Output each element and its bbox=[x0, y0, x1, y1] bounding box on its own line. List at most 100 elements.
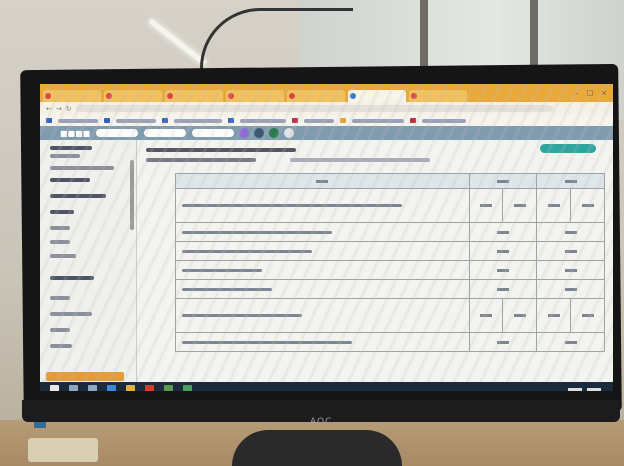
table-cell bbox=[175, 332, 470, 352]
table-cell bbox=[502, 188, 538, 223]
table-cell bbox=[175, 241, 470, 261]
browser-tab-active[interactable] bbox=[348, 90, 406, 102]
bookmark-item[interactable] bbox=[422, 118, 466, 123]
clock[interactable] bbox=[568, 387, 601, 391]
sidebar-item[interactable] bbox=[50, 146, 92, 150]
bookmark-item[interactable] bbox=[240, 118, 286, 123]
sidebar-item[interactable] bbox=[50, 312, 92, 316]
browser-tab[interactable] bbox=[43, 90, 101, 102]
maximize-icon[interactable]: □ bbox=[587, 89, 594, 97]
sidebar-scrollbar[interactable] bbox=[130, 160, 134, 230]
bookmarks-bar bbox=[40, 115, 613, 126]
table-cell[interactable] bbox=[468, 260, 538, 280]
sidebar-item[interactable] bbox=[50, 210, 74, 214]
table-cell bbox=[570, 298, 605, 333]
bookmark-item[interactable] bbox=[174, 118, 222, 123]
table-row bbox=[175, 332, 605, 352]
header-button[interactable] bbox=[192, 129, 235, 137]
app-logo[interactable]: ■■■■ bbox=[60, 129, 90, 138]
app-icon[interactable] bbox=[164, 385, 173, 391]
browser-tab[interactable] bbox=[226, 90, 284, 102]
table-cell bbox=[536, 298, 572, 333]
table-cell bbox=[175, 188, 470, 223]
bookmark-item[interactable] bbox=[304, 118, 334, 123]
tab-favicon-icon bbox=[411, 93, 417, 99]
browser-tab[interactable] bbox=[287, 90, 345, 102]
bookmark-item[interactable] bbox=[116, 118, 156, 123]
sidebar-item[interactable] bbox=[50, 276, 94, 280]
sidebar-item[interactable] bbox=[50, 178, 90, 182]
table-cell[interactable] bbox=[468, 279, 538, 299]
header-button[interactable] bbox=[96, 129, 139, 137]
browser-tab[interactable] bbox=[104, 90, 162, 102]
help-icon[interactable] bbox=[269, 128, 280, 138]
tab-favicon-icon bbox=[289, 93, 295, 99]
app-icon[interactable] bbox=[183, 385, 192, 391]
app-header: ■■■■ bbox=[40, 126, 613, 140]
table-cell bbox=[468, 298, 504, 333]
sidebar-item[interactable] bbox=[50, 296, 70, 300]
search-icon[interactable] bbox=[69, 385, 78, 391]
sidebar-item[interactable] bbox=[50, 254, 76, 258]
tab-favicon-icon bbox=[106, 93, 112, 99]
sidebar-item[interactable] bbox=[50, 240, 70, 244]
table-cell[interactable] bbox=[536, 332, 605, 352]
table-cell bbox=[570, 188, 605, 223]
forward-icon[interactable]: → bbox=[56, 105, 62, 113]
minimize-icon[interactable]: – bbox=[575, 89, 579, 97]
monitor-screen: – □ × ← → ↻ ■■■■ bbox=[40, 84, 613, 391]
bookmark-icon bbox=[340, 118, 346, 123]
sidebar-item[interactable] bbox=[50, 154, 80, 158]
table-cell bbox=[175, 279, 470, 299]
table-cell[interactable] bbox=[536, 241, 605, 261]
window-controls: – □ × bbox=[575, 89, 613, 97]
sidebar-bottom-banner[interactable] bbox=[46, 372, 124, 381]
bookmark-item[interactable] bbox=[352, 118, 404, 123]
folder-icon[interactable] bbox=[126, 385, 135, 391]
table-row bbox=[175, 222, 605, 242]
sidebar-item[interactable] bbox=[50, 344, 72, 348]
table-cell bbox=[175, 298, 470, 333]
sidebar-item[interactable] bbox=[50, 166, 114, 170]
browser-tab[interactable] bbox=[409, 90, 467, 102]
table-cell[interactable] bbox=[468, 332, 538, 352]
monitor-stand bbox=[232, 430, 402, 466]
bookmark-item[interactable] bbox=[58, 118, 98, 123]
table-cell[interactable] bbox=[536, 260, 605, 280]
sidebar-item[interactable] bbox=[50, 226, 70, 230]
reload-icon[interactable]: ↻ bbox=[66, 105, 72, 113]
table-cell bbox=[175, 260, 470, 280]
table-cell[interactable] bbox=[468, 222, 538, 242]
table-cell[interactable] bbox=[468, 241, 538, 261]
url-input[interactable] bbox=[75, 105, 553, 112]
settings-icon[interactable] bbox=[254, 128, 265, 138]
data-table bbox=[175, 173, 605, 352]
back-icon[interactable]: ← bbox=[46, 105, 52, 113]
edge-icon[interactable] bbox=[107, 385, 116, 391]
browser-tab[interactable] bbox=[165, 90, 223, 102]
menu-icon[interactable] bbox=[284, 128, 295, 138]
user-icon[interactable] bbox=[239, 128, 250, 138]
sidebar-item[interactable] bbox=[50, 194, 106, 198]
sidebar-item[interactable] bbox=[50, 328, 70, 332]
browser-tab-bar: – □ × bbox=[40, 84, 613, 102]
table-cell[interactable] bbox=[536, 222, 605, 242]
monitor-brand-logo: AOC bbox=[310, 417, 333, 427]
table-cell bbox=[468, 188, 504, 223]
tab-favicon-icon bbox=[228, 93, 234, 99]
tab-favicon-icon bbox=[45, 93, 51, 99]
table-cell bbox=[536, 188, 572, 223]
task-view-icon[interactable] bbox=[88, 385, 97, 391]
table-header-cell bbox=[175, 173, 470, 189]
page-subheading bbox=[146, 158, 256, 162]
page-heading bbox=[146, 148, 296, 152]
table-row bbox=[175, 279, 605, 299]
start-icon[interactable] bbox=[50, 385, 59, 391]
action-button[interactable] bbox=[540, 144, 596, 153]
bookmark-icon bbox=[104, 118, 110, 123]
table-cell bbox=[502, 298, 538, 333]
table-cell[interactable] bbox=[536, 279, 605, 299]
header-button[interactable] bbox=[144, 129, 187, 137]
close-icon[interactable]: × bbox=[601, 89, 607, 97]
chrome-icon[interactable] bbox=[145, 385, 154, 391]
